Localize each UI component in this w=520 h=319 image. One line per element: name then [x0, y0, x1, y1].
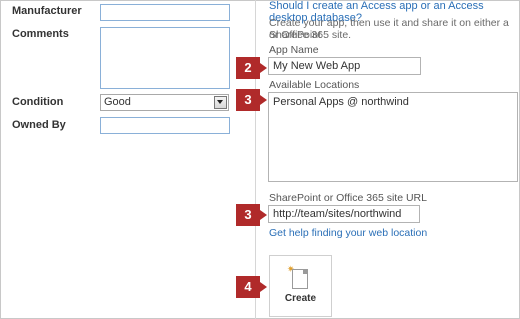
available-locations-label: Available Locations	[269, 79, 360, 91]
comments-field[interactable]	[100, 27, 230, 89]
app-name-input[interactable]: My New Web App	[268, 57, 421, 75]
location-item[interactable]: Personal Apps @ northwind	[273, 96, 409, 108]
comments-label: Comments	[12, 28, 69, 40]
callout-badge-url: 3	[236, 204, 267, 226]
manufacturer-field[interactable]	[100, 4, 230, 21]
description-line-2: or Office 365 site.	[269, 29, 352, 41]
create-label: Create	[284, 293, 317, 304]
help-finding-location-link[interactable]: Get help finding your web location	[269, 227, 427, 239]
chevron-down-icon[interactable]	[214, 96, 227, 109]
owned-by-label: Owned By	[12, 119, 66, 131]
condition-label: Condition	[12, 96, 64, 108]
condition-value: Good	[104, 96, 131, 108]
manufacturer-label: Manufacturer	[12, 5, 82, 17]
condition-select[interactable]: Good	[100, 94, 229, 111]
app-name-label: App Name	[269, 44, 319, 56]
owned-by-field[interactable]	[100, 117, 230, 134]
site-url-input[interactable]: http://team/sites/northwind	[268, 205, 420, 223]
panel-divider	[255, 0, 256, 319]
site-url-label: SharePoint or Office 365 site URL	[269, 192, 427, 204]
callout-badge-locations: 3	[236, 89, 267, 111]
callout-badge-app-name: 2	[236, 57, 267, 79]
create-button[interactable]: ✷ Create	[269, 255, 332, 317]
new-document-icon	[292, 269, 308, 289]
site-url-value: http://team/sites/northwind	[273, 208, 402, 220]
callout-badge-create: 4	[236, 276, 267, 298]
app-name-value: My New Web App	[273, 60, 361, 72]
available-locations-list[interactable]: Personal Apps @ northwind	[268, 92, 518, 182]
